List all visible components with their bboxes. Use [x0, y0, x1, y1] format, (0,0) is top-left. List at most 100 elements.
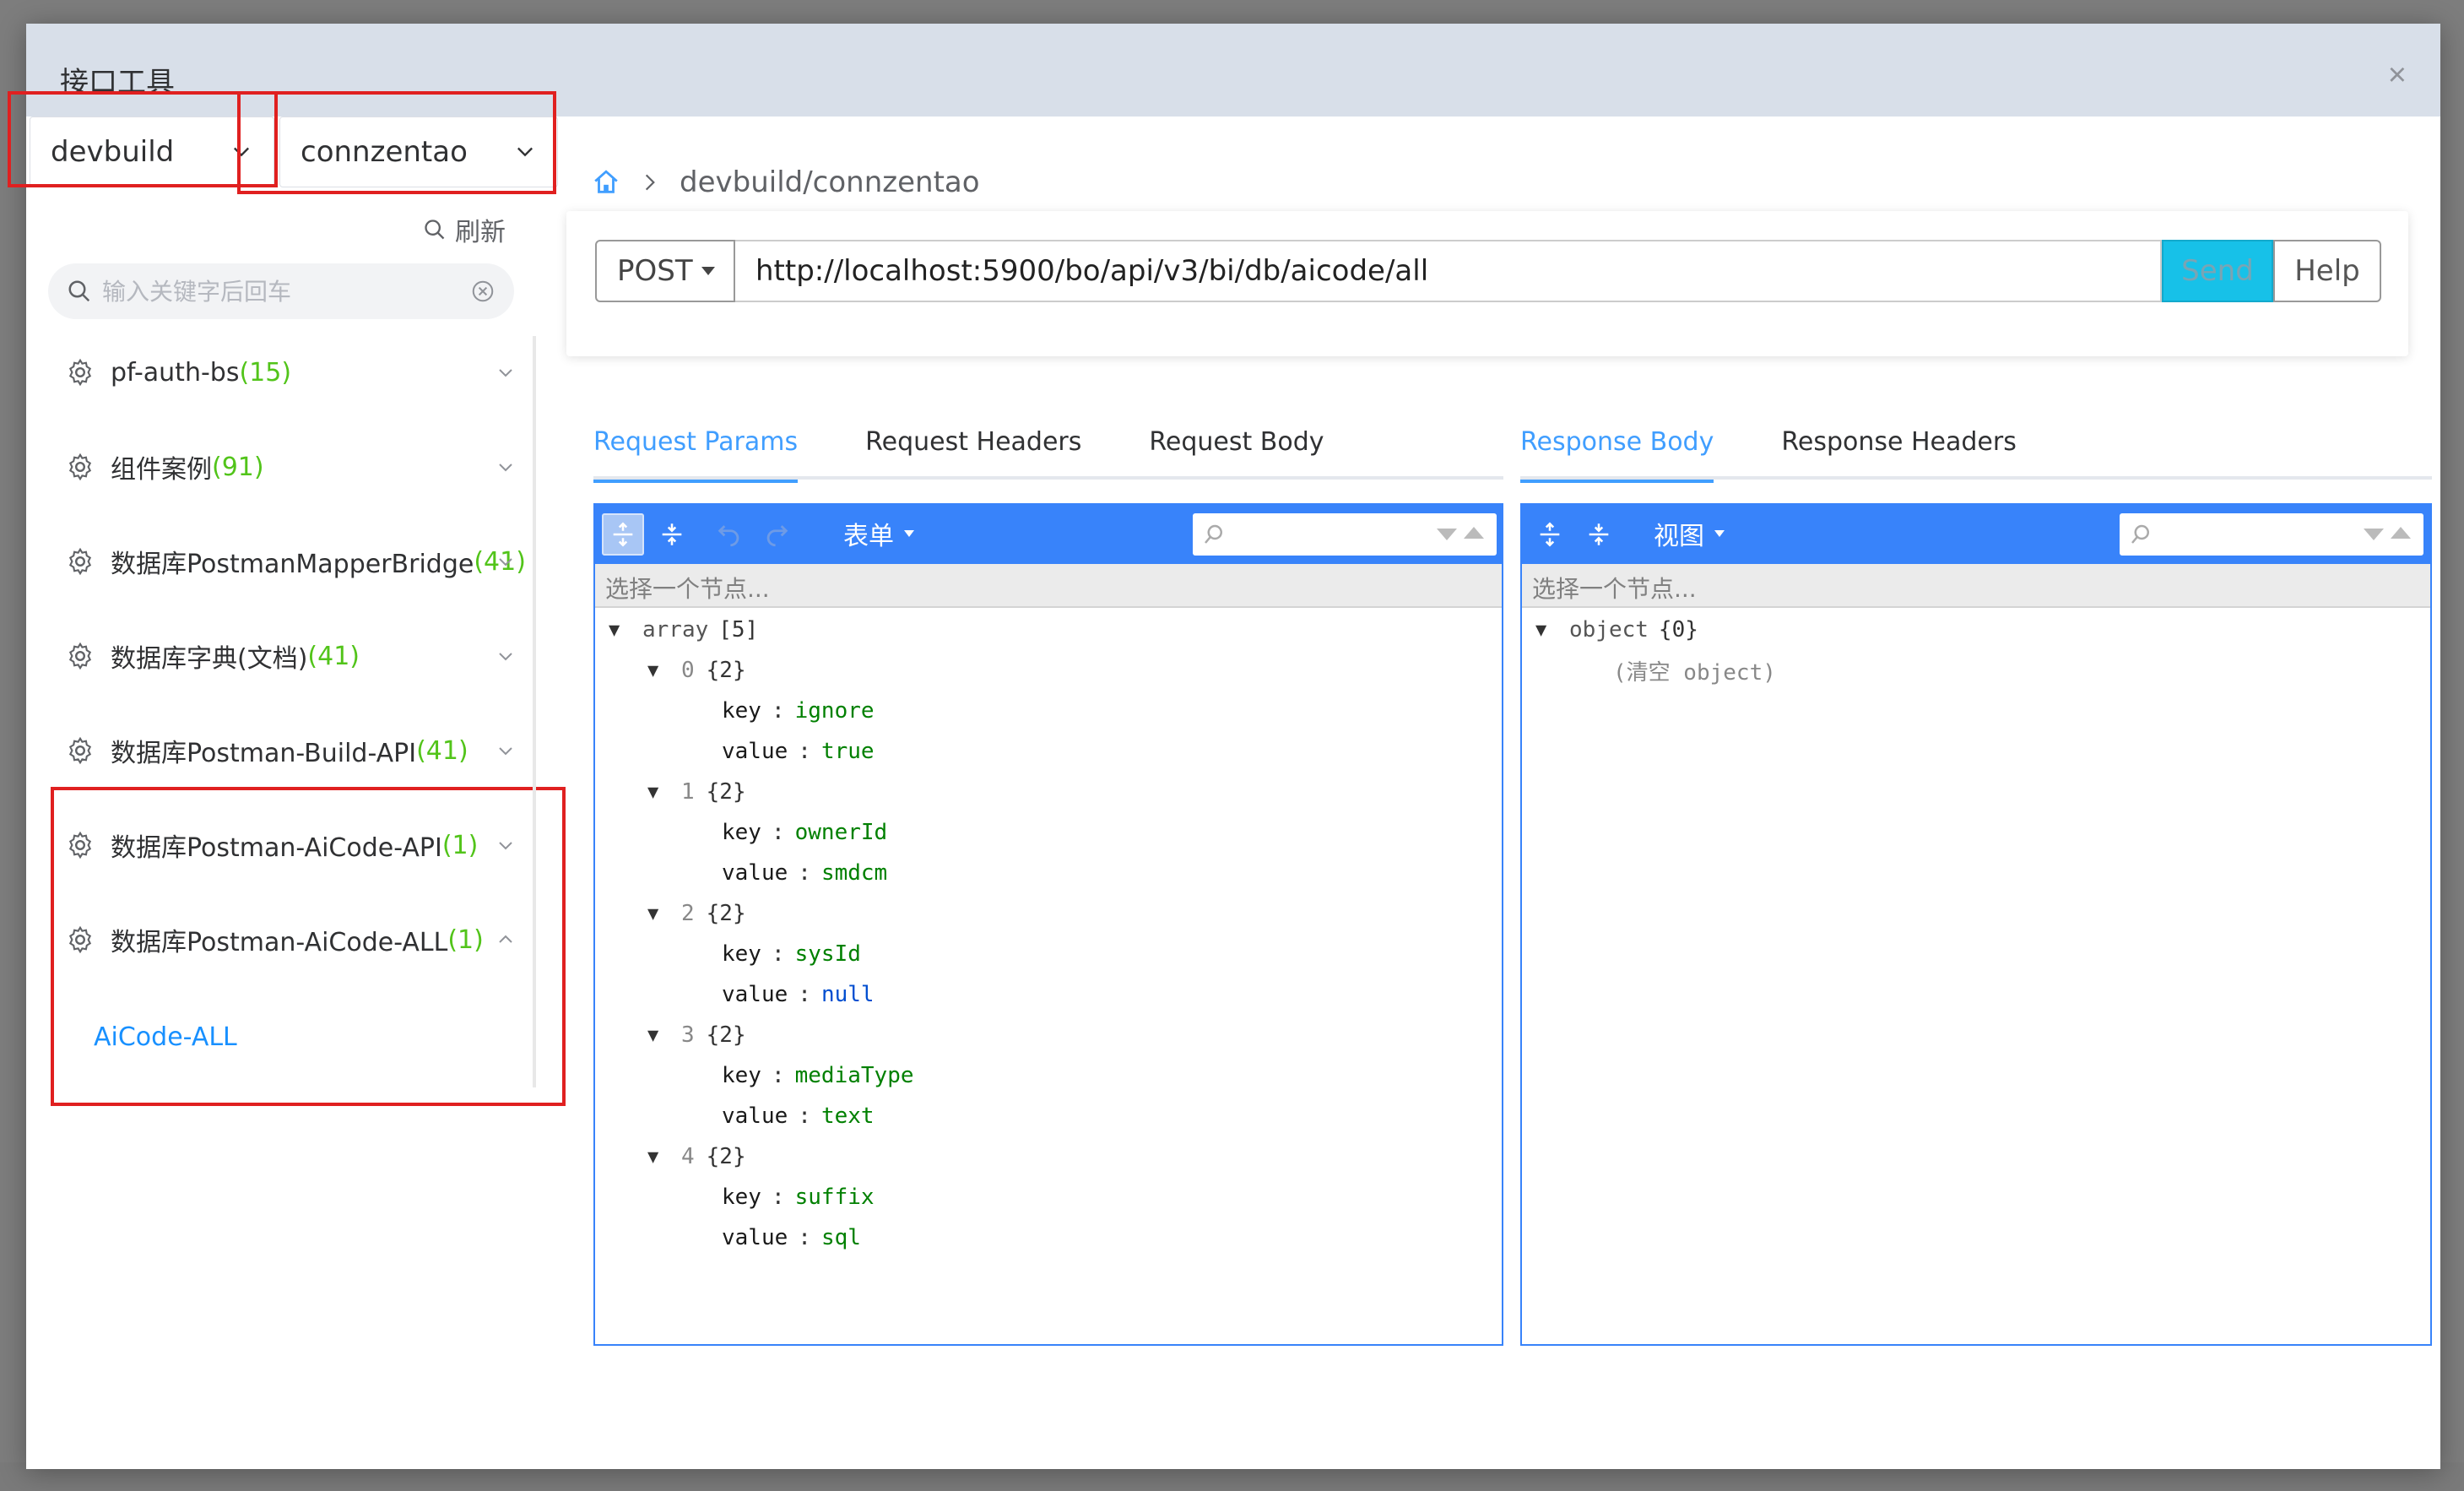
search-next-icon[interactable] [2363, 527, 2385, 542]
collapse-toggle-icon[interactable]: ▼ [647, 903, 664, 924]
tree-group-count: (91) [212, 452, 264, 482]
tree-group-item[interactable]: 数据库Postman-Build-API (41) [65, 725, 538, 776]
mode-select[interactable]: 视图 [1654, 515, 1725, 552]
tab-response-body[interactable]: Response Body [1520, 420, 1714, 483]
tree-group-item[interactable]: 组件案例 (91) [65, 442, 538, 492]
json-value-value[interactable]: smdcm [821, 860, 887, 886]
tab-request-params[interactable]: Request Params [593, 420, 799, 483]
help-button[interactable]: Help [2273, 240, 2381, 302]
gear-icon [68, 925, 92, 954]
tree-group-count: (1) [441, 830, 479, 860]
json-key-value[interactable]: sysId [795, 941, 861, 967]
refresh-label: 刷新 [455, 218, 506, 247]
clear-icon[interactable] [470, 279, 496, 304]
json-field-row[interactable]: key: suffix [722, 1177, 875, 1217]
tab-request-body[interactable]: Request Body [1149, 420, 1324, 480]
tab-request-headers[interactable]: Request Headers [865, 420, 1081, 480]
collapse-toggle-icon[interactable]: ▼ [609, 620, 625, 641]
tree-leaf-aicode-all[interactable]: AiCode-ALL [94, 1022, 237, 1052]
json-field-row[interactable]: value: true [722, 731, 875, 772]
mode-select[interactable]: 表单 [843, 515, 914, 552]
json-value-value[interactable]: text [821, 1103, 875, 1129]
json-root-row[interactable]: ▼ object {0} [1535, 610, 1698, 650]
json-field-row[interactable]: key: ignore [722, 691, 875, 731]
json-key-label: key [722, 1063, 761, 1088]
redo-icon[interactable] [755, 513, 798, 556]
json-key-value[interactable]: ownerId [795, 820, 888, 845]
json-value-label: value [722, 982, 788, 1007]
chevron-up-icon [499, 935, 512, 943]
json-field-row[interactable]: value: null [722, 974, 875, 1015]
editor-search-input[interactable] [2162, 518, 2348, 550]
response-body-editor: 视图 选择一个节点... ▼ object {0} (清空 object) [1520, 503, 2432, 1346]
chevron-down-icon [499, 558, 512, 567]
url-input[interactable] [735, 240, 2162, 302]
json-item-row[interactable]: ▼ 0 {2} [647, 650, 746, 691]
json-field-row[interactable]: key: mediaType [722, 1055, 914, 1096]
json-colon: : [798, 982, 811, 1007]
json-key-value[interactable]: ignore [795, 698, 875, 724]
home-icon[interactable] [592, 168, 620, 197]
expand-all-icon[interactable] [602, 513, 644, 556]
json-key-label: key [722, 820, 761, 845]
chevron-down-icon [499, 653, 512, 661]
json-root-type: array [642, 617, 709, 642]
editor-search-box [1193, 513, 1497, 556]
json-colon: : [771, 820, 785, 845]
tree-group-item[interactable]: pf-auth-bs (15) [65, 347, 538, 398]
editor-search-input[interactable] [1235, 518, 1421, 550]
json-root-row[interactable]: ▼ array [5] [609, 610, 758, 650]
method-select[interactable]: POST [595, 240, 735, 302]
json-value-value[interactable]: true [821, 739, 875, 764]
editor-menu-bar: 视图 [1522, 505, 2430, 564]
json-field-row[interactable]: key: ownerId [722, 812, 887, 853]
json-field-row[interactable]: value: smdcm [722, 853, 887, 893]
json-colon: : [798, 739, 811, 764]
env-select[interactable]: devbuild [30, 117, 274, 187]
tree-group-item[interactable]: 数据库字典(文档) (41) [65, 631, 538, 681]
json-item-row[interactable]: ▼ 2 {2} [647, 893, 746, 934]
tree-group-count: (1) [447, 924, 484, 955]
json-value-label: value [722, 1103, 788, 1129]
json-item-row[interactable]: ▼ 3 {2} [647, 1015, 746, 1055]
collapse-toggle-icon[interactable]: ▼ [647, 1147, 664, 1168]
json-key-value[interactable]: suffix [795, 1185, 875, 1210]
collapse-toggle-icon[interactable]: ▼ [1535, 620, 1552, 641]
api-search-box [48, 263, 514, 319]
json-index: 3 [681, 1022, 695, 1048]
undo-icon[interactable] [708, 513, 750, 556]
expand-all-icon[interactable] [1529, 513, 1571, 556]
gear-icon [68, 453, 92, 481]
json-field-row[interactable]: key: sysId [722, 934, 861, 974]
refresh-button[interactable]: 刷新 [423, 211, 506, 248]
search-previous-icon[interactable] [2390, 525, 2412, 540]
collapse-toggle-icon[interactable]: ▼ [647, 1025, 664, 1046]
collapse-all-icon[interactable] [1578, 513, 1620, 556]
tree-group-item[interactable]: 数据库Postman-AiCode-ALL (1) [65, 914, 538, 965]
collapse-all-icon[interactable] [651, 513, 693, 556]
node-path: 选择一个节点... [595, 564, 1502, 608]
json-item-row[interactable]: ▼ 1 {2} [647, 772, 746, 812]
search-next-icon[interactable] [1436, 527, 1458, 542]
json-value-value[interactable]: null [821, 982, 875, 1007]
collapse-toggle-icon[interactable]: ▼ [647, 660, 664, 681]
json-field-row[interactable]: value: text [722, 1096, 875, 1136]
search-icon [425, 220, 445, 240]
json-item-row[interactable]: ▼ 4 {2} [647, 1136, 746, 1177]
project-select[interactable]: connzentao [279, 117, 558, 187]
tree-group-item[interactable]: 数据库PostmanMapperBridge (41) [65, 536, 538, 587]
tab-response-headers[interactable]: Response Headers [1781, 420, 2016, 480]
collapse-toggle-icon[interactable]: ▼ [647, 782, 664, 803]
close-icon[interactable]: × [2388, 59, 2407, 91]
search-icon [1205, 524, 1222, 544]
gear-icon [68, 642, 92, 670]
json-key-value[interactable]: mediaType [795, 1063, 914, 1088]
tree-group-item[interactable]: 数据库Postman-AiCode-API (1) [65, 820, 538, 870]
send-button[interactable]: Send [2162, 240, 2273, 302]
search-previous-icon[interactable] [1463, 525, 1485, 540]
json-colon: : [798, 860, 811, 886]
json-value-value[interactable]: sql [821, 1225, 861, 1250]
api-search-input[interactable] [102, 277, 470, 306]
tree-group-name: 组件案例 [111, 455, 212, 485]
json-field-row[interactable]: value: sql [722, 1217, 861, 1258]
